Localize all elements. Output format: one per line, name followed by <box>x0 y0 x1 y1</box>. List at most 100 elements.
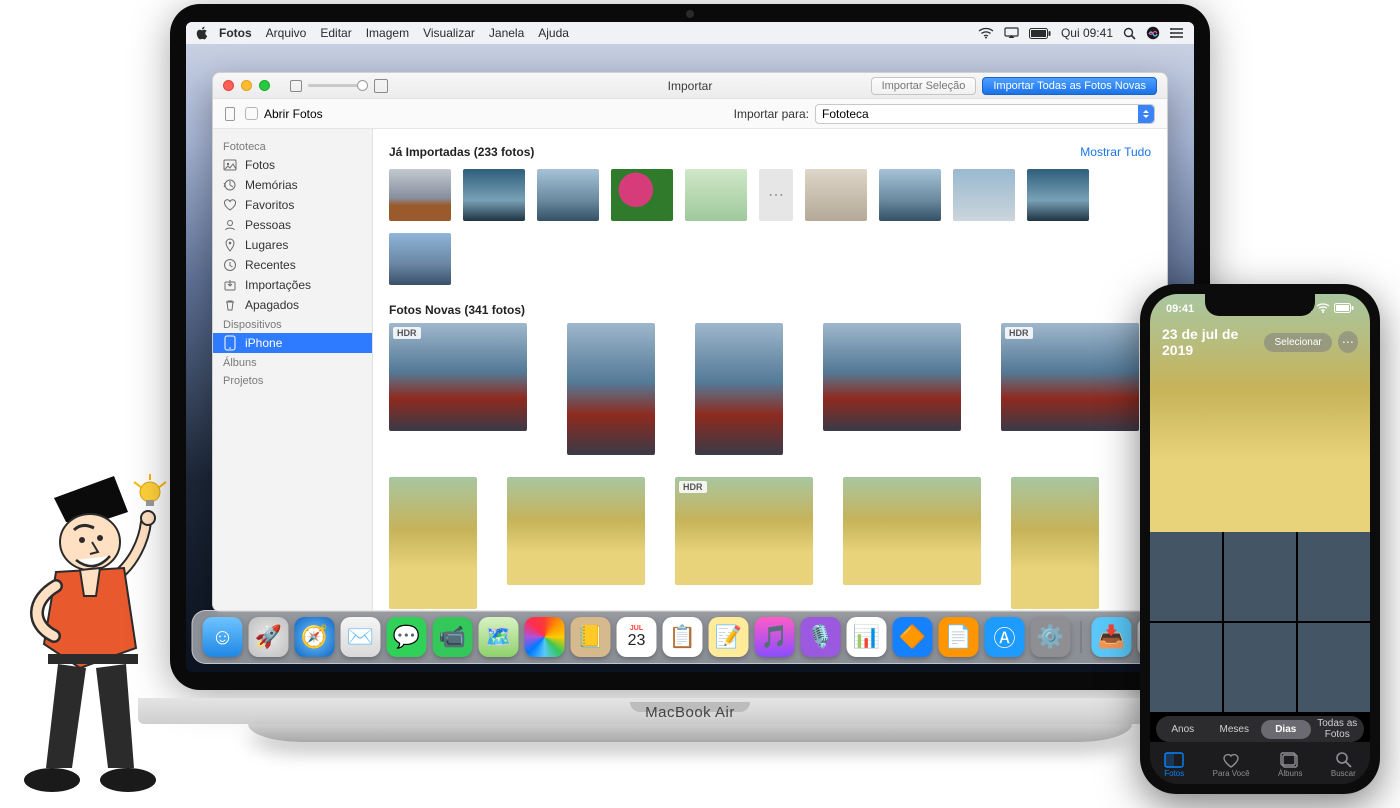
sidebar-item-places[interactable]: Lugares <box>213 235 372 255</box>
thumb[interactable] <box>389 233 451 285</box>
menu-window[interactable]: Janela <box>489 26 524 40</box>
sidebar-item-people[interactable]: Pessoas <box>213 215 372 235</box>
ios-thumb[interactable] <box>1150 623 1222 712</box>
dock-numbers[interactable]: 📊 <box>847 617 887 657</box>
sidebar-item-favorites[interactable]: Favoritos <box>213 195 372 215</box>
menu-edit[interactable]: Editar <box>320 26 351 40</box>
siri-icon[interactable] <box>1146 26 1160 40</box>
menu-image[interactable]: Imagem <box>366 26 409 40</box>
dock-music[interactable]: 🎵 <box>755 617 795 657</box>
thumb[interactable] <box>389 169 451 221</box>
dock-pages[interactable]: 📄 <box>939 617 979 657</box>
iphone-notch <box>1205 294 1315 316</box>
import-target-dropdown[interactable]: Fototeca <box>815 104 1155 124</box>
import-selection-button[interactable]: Importar Seleção <box>871 77 977 95</box>
tab-photos[interactable]: Fotos <box>1164 752 1184 778</box>
sidebar-label: Lugares <box>245 238 288 252</box>
window-titlebar[interactable]: Importar Importar Seleção Importar Todas… <box>213 73 1167 99</box>
dock-downloads[interactable]: 📥 <box>1092 617 1132 657</box>
photo[interactable] <box>507 477 645 585</box>
sidebar-item-photos[interactable]: Fotos <box>213 155 372 175</box>
airplay-icon[interactable] <box>1004 27 1019 39</box>
tab-label: Álbuns <box>1278 769 1302 778</box>
spotlight-icon[interactable] <box>1123 27 1136 40</box>
ios-photo-grid <box>1150 532 1370 712</box>
dock-podcasts[interactable]: 🎙️ <box>801 617 841 657</box>
thumbnail-zoom-slider[interactable] <box>290 79 388 93</box>
ios-view-segment[interactable]: Anos Meses Dias Todas as Fotos <box>1156 716 1364 742</box>
ios-thumb[interactable] <box>1150 532 1222 621</box>
thumb[interactable] <box>537 169 599 221</box>
dock-maps[interactable]: 🗺️ <box>479 617 519 657</box>
photo[interactable] <box>389 477 477 609</box>
minimize-button[interactable] <box>241 80 252 91</box>
dock-facetime[interactable]: 📹 <box>433 617 473 657</box>
thumb[interactable] <box>685 169 747 221</box>
segment-all[interactable]: Todas as Fotos <box>1313 714 1363 744</box>
photo[interactable]: HDR <box>1001 323 1139 431</box>
sidebar-label: Apagados <box>245 298 299 312</box>
hdr-badge: HDR <box>393 327 421 339</box>
photo[interactable]: HDR <box>389 323 527 431</box>
tab-foryou[interactable]: Para Você <box>1213 752 1250 778</box>
zoom-button[interactable] <box>259 80 270 91</box>
sidebar-item-memories[interactable]: Memórias <box>213 175 372 195</box>
menubar-clock[interactable]: Qui 09:41 <box>1061 26 1113 40</box>
show-all-link[interactable]: Mostrar Tudo <box>1080 145 1151 159</box>
menu-file[interactable]: Arquivo <box>266 26 307 40</box>
sidebar-label: Pessoas <box>245 218 291 232</box>
photo[interactable]: HDR <box>675 477 813 585</box>
ios-thumb[interactable] <box>1298 623 1370 712</box>
dock-settings[interactable]: ⚙️ <box>1031 617 1071 657</box>
dock-calendar[interactable]: JUL23 <box>617 617 657 657</box>
notifications-icon[interactable] <box>1170 27 1184 39</box>
menu-view[interactable]: Visualizar <box>423 26 475 40</box>
thumb[interactable] <box>463 169 525 221</box>
segment-years[interactable]: Anos <box>1158 720 1208 739</box>
thumb[interactable] <box>879 169 941 221</box>
tab-albums[interactable]: Álbuns <box>1278 752 1302 778</box>
segment-months[interactable]: Meses <box>1210 720 1260 739</box>
thumb[interactable] <box>611 169 673 221</box>
ios-thumb[interactable] <box>1224 532 1296 621</box>
apple-menu-icon[interactable] <box>196 26 209 40</box>
photo[interactable] <box>695 323 783 455</box>
traffic-lights[interactable] <box>223 80 270 91</box>
thumb[interactable] <box>1027 169 1089 221</box>
wifi-icon[interactable] <box>978 27 994 39</box>
dock-safari[interactable]: 🧭 <box>295 617 335 657</box>
dock-appstore[interactable]: Ⓐ <box>985 617 1025 657</box>
sidebar-item-deleted[interactable]: Apagados <box>213 295 372 315</box>
dock-contacts[interactable]: 📒 <box>571 617 611 657</box>
sidebar-item-iphone[interactable]: iPhone <box>213 333 372 353</box>
sidebar-item-recents[interactable]: Recentes <box>213 255 372 275</box>
dock-messages[interactable]: 💬 <box>387 617 427 657</box>
battery-icon[interactable] <box>1029 28 1051 39</box>
dock-photos[interactable] <box>525 617 565 657</box>
dock-reminders[interactable]: 📋 <box>663 617 703 657</box>
photo[interactable] <box>567 323 655 455</box>
dock-notes[interactable]: 📝 <box>709 617 749 657</box>
thumb-overflow[interactable] <box>759 169 793 221</box>
dock-mail[interactable]: ✉️ <box>341 617 381 657</box>
ios-more-button[interactable]: ⋯ <box>1338 331 1358 353</box>
photo[interactable] <box>1011 477 1099 609</box>
segment-days[interactable]: Dias <box>1261 720 1311 739</box>
tab-search[interactable]: Buscar <box>1331 751 1356 778</box>
photo[interactable] <box>843 477 981 585</box>
ios-thumb[interactable] <box>1224 623 1296 712</box>
menu-help[interactable]: Ajuda <box>538 26 569 40</box>
dock-finder[interactable]: ☺ <box>203 617 243 657</box>
dock-keynote[interactable]: 🔶 <box>893 617 933 657</box>
close-button[interactable] <box>223 80 234 91</box>
sidebar-item-imports[interactable]: Importações <box>213 275 372 295</box>
menu-app[interactable]: Fotos <box>219 26 252 40</box>
thumb[interactable] <box>805 169 867 221</box>
import-all-button[interactable]: Importar Todas as Fotos Novas <box>982 77 1157 95</box>
thumb[interactable] <box>953 169 1015 221</box>
photo[interactable] <box>823 323 961 431</box>
ios-select-button[interactable]: Selecionar <box>1264 333 1331 352</box>
dock-launchpad[interactable]: 🚀 <box>249 617 289 657</box>
open-photos-checkbox[interactable] <box>245 107 258 120</box>
ios-thumb[interactable] <box>1298 532 1370 621</box>
